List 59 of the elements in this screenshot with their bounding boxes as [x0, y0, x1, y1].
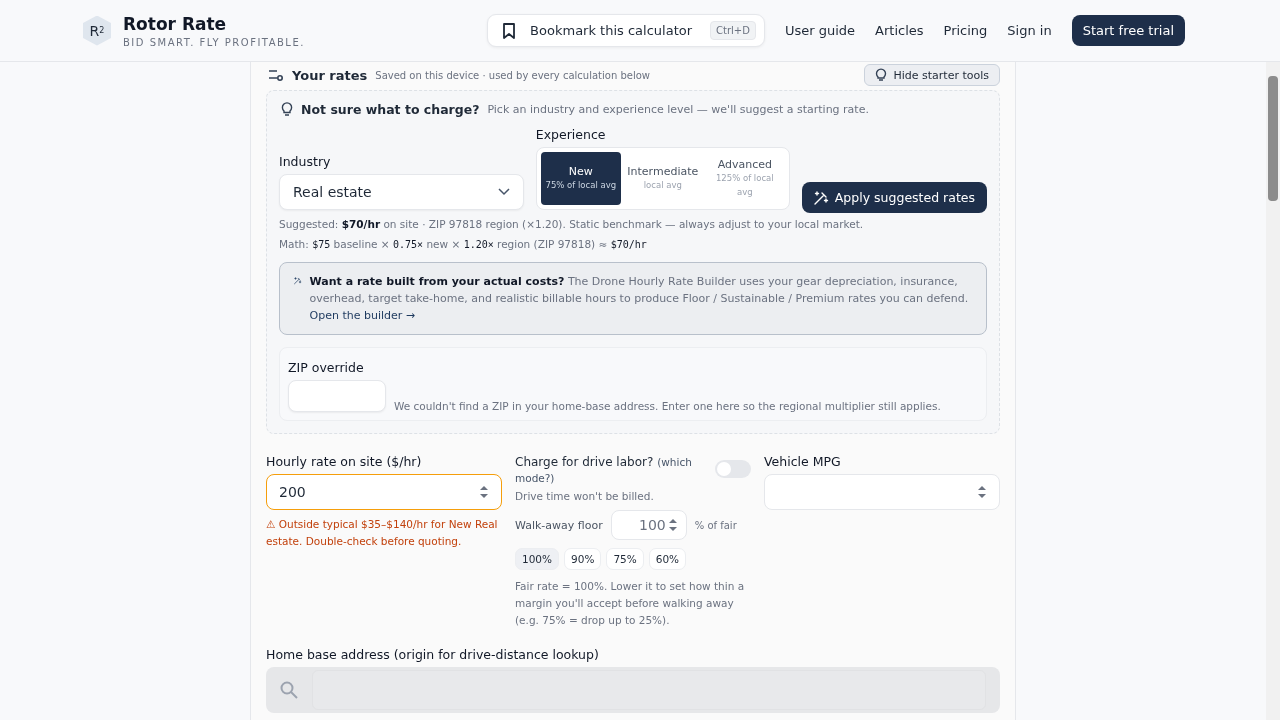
preset-chip[interactable]: 60% — [648, 548, 687, 570]
field-label: Charge for drive labor? (which mode?) — [515, 454, 693, 486]
preset-chip[interactable]: 75% — [606, 548, 644, 570]
brand-tagline: BID SMART. FLY PROFITABLE. — [123, 36, 305, 48]
drive-toggle[interactable] — [715, 460, 751, 478]
zip-note: We couldn't find a ZIP in your home-base address. Enter one here so the regional multiplier still applies. — [394, 400, 941, 412]
chevron-down-icon — [497, 188, 510, 196]
suggestion-text: Suggested: $70/hr on site · ZIP 97818 region (×1.20). Static benchmark — always adjust to your local market. — [279, 218, 865, 230]
nav-link[interactable]: Articles — [875, 23, 924, 38]
field-label: Industry — [279, 154, 332, 169]
section-note: Saved on this device · used by every calculation below — [375, 69, 650, 81]
builder-text: Want a rate built from your actual costs? The Drone Hourly Rate Builder uses your gear depreciation, insurance, overhead, target take-home, and realistic billable hours to produce Floor / Sustainable / Premium rates you can defend. — [309, 275, 969, 305]
section-title: Your rates — [292, 67, 368, 83]
bookmark-label: Bookmark this calculator — [530, 23, 693, 38]
spinner-icon — [479, 484, 489, 500]
lightbulb-icon — [281, 101, 293, 117]
experience-option[interactable]: New 75% of local avg — [540, 152, 621, 205]
field-label: Walk-away floor — [515, 518, 603, 532]
preset-chip[interactable]: 90% — [564, 548, 602, 570]
spinner-icon — [977, 484, 987, 500]
nav-link[interactable]: User guide — [784, 23, 856, 38]
hide-tools-button[interactable]: Hide starter tools — [864, 64, 1000, 86]
field-label: Hourly rate on site ($/hr) — [266, 454, 423, 469]
logo-icon: R$^{2}$ — [83, 15, 111, 46]
preset-chip[interactable]: 100% — [515, 548, 560, 570]
zip-input[interactable] — [288, 380, 386, 412]
builder-link[interactable]: Open the builder → — [309, 309, 416, 322]
brand-name: Rotor Rate — [123, 13, 228, 34]
spinner-icon — [667, 517, 678, 533]
search-icon — [280, 681, 298, 699]
floor-input[interactable]: 100 — [610, 510, 687, 540]
prompt-text: Pick an industry and experience level — we'll suggest a starting rate. — [487, 102, 869, 116]
scrollbar[interactable] — [1266, 62, 1280, 720]
field-label: Home base address (origin for drive-distance lookup) — [266, 647, 600, 662]
industry-select[interactable]: Real estate — [279, 174, 524, 210]
lightbulb-icon — [875, 68, 888, 82]
field-label: ZIP override — [288, 360, 365, 375]
drive-note: Drive time won't be billed. — [515, 490, 655, 502]
mpg-input[interactable] — [764, 474, 1000, 510]
start-trial-button[interactable]: Start free trial — [1071, 15, 1185, 46]
nav-link[interactable]: Pricing — [943, 23, 988, 38]
hourly-rate-input[interactable]: 200 — [266, 474, 502, 510]
apply-rates-button[interactable]: Apply suggested rates — [801, 182, 987, 213]
shortcut-key: Ctrl+D — [710, 21, 756, 40]
math-text: Math: $75 baseline × 0.75× new × 1.20× region (ZIP 97818) ≈ $70/hr — [279, 238, 648, 250]
warning-text: ⚠ Outside typical $35–$140/hr for New Real estate. Double-check before quoting. — [266, 517, 499, 549]
bookmark-button[interactable]: Bookmark this calculator Ctrl+D — [487, 14, 765, 47]
magic-wand-icon — [813, 190, 829, 205]
field-label: Vehicle MPG — [764, 454, 842, 469]
field-label: Experience — [535, 127, 607, 142]
prompt-title: Not sure what to charge? — [301, 101, 480, 117]
sliders-icon — [268, 68, 284, 82]
experience-option[interactable]: Advanced 125% of local avg — [704, 152, 785, 205]
bookmark-icon — [502, 22, 517, 39]
nav-link[interactable]: Sign in — [1007, 23, 1052, 38]
experience-option[interactable]: Intermediate local avg — [622, 152, 703, 205]
unit-label: % of fair — [694, 519, 737, 531]
address-field[interactable] — [266, 667, 1000, 713]
floor-note: Fair rate = 100%. Lower it to set how thin a margin you'll accept before walking away (e.g. 75% = drop up to 25%). — [515, 579, 746, 628]
